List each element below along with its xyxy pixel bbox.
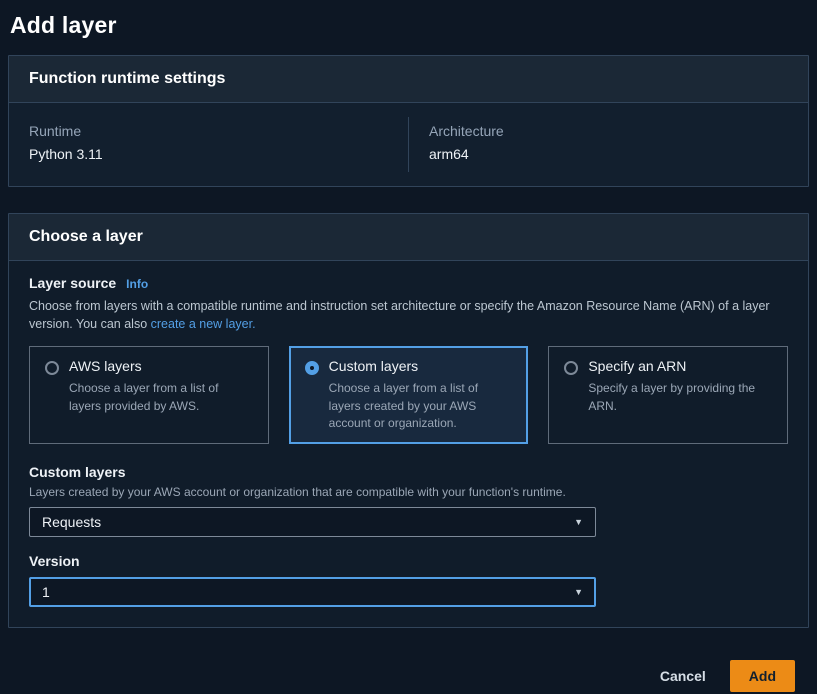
layer-source-description: Choose from layers with a compatible run… — [29, 297, 788, 333]
version-label: Version — [29, 553, 788, 569]
radio-checked-icon[interactable] — [305, 361, 319, 375]
tile-description: Specify a layer by providing the ARN. — [588, 380, 772, 415]
info-link[interactable]: Info — [126, 277, 148, 291]
function-runtime-settings-header: Function runtime settings — [9, 56, 808, 103]
function-runtime-settings-card: Function runtime settings Runtime Python… — [8, 55, 809, 187]
architecture-label: Architecture — [429, 123, 788, 139]
runtime-label: Runtime — [29, 123, 388, 139]
architecture-column: Architecture arm64 — [408, 117, 808, 172]
layer-source-label-row: Layer source Info — [29, 275, 788, 291]
radio-unchecked-icon[interactable] — [564, 361, 578, 375]
custom-layers-field: Custom layers Layers created by your AWS… — [29, 464, 788, 537]
tile-label: Specify an ARN — [588, 358, 772, 374]
layer-source-tiles: AWS layers Choose a layer from a list of… — [29, 346, 788, 444]
layer-source-label: Layer source — [29, 275, 116, 291]
version-select[interactable]: 1 ▼ — [29, 577, 596, 607]
add-button[interactable]: Add — [730, 660, 795, 692]
tile-text: Custom layers Choose a layer from a list… — [329, 358, 513, 432]
radio-unchecked-icon[interactable] — [45, 361, 59, 375]
custom-layers-label: Custom layers — [29, 464, 788, 480]
tile-description: Choose a layer from a list of layers pro… — [69, 380, 253, 415]
tile-text: AWS layers Choose a layer from a list of… — [69, 358, 253, 415]
layer-source-tile-custom-layers[interactable]: Custom layers Choose a layer from a list… — [289, 346, 529, 444]
architecture-value: arm64 — [429, 146, 788, 162]
runtime-column: Runtime Python 3.11 — [9, 117, 408, 172]
cancel-button[interactable]: Cancel — [644, 661, 722, 691]
chevron-down-icon: ▼ — [574, 517, 583, 527]
choose-a-layer-card: Choose a layer Layer source Info Choose … — [8, 213, 809, 628]
version-selected-value: 1 — [42, 584, 50, 600]
chevron-down-icon: ▼ — [574, 587, 583, 597]
layer-source-tile-specify-an-arn[interactable]: Specify an ARN Specify a layer by provid… — [548, 346, 788, 444]
tile-label: AWS layers — [69, 358, 253, 374]
version-field: Version 1 ▼ — [29, 553, 788, 607]
layer-source-tile-aws-layers[interactable]: AWS layers Choose a layer from a list of… — [29, 346, 269, 444]
page-title: Add layer — [10, 12, 807, 39]
tile-label: Custom layers — [329, 358, 513, 374]
tile-description: Choose a layer from a list of layers cre… — [329, 380, 513, 432]
choose-a-layer-header: Choose a layer — [9, 214, 808, 261]
choose-a-layer-body: Layer source Info Choose from layers wit… — [9, 261, 808, 627]
create-new-layer-link[interactable]: create a new layer. — [151, 317, 256, 331]
layer-source-description-text: Choose from layers with a compatible run… — [29, 299, 770, 331]
custom-layers-help-text: Layers created by your AWS account or or… — [29, 485, 788, 499]
function-runtime-settings-body: Runtime Python 3.11 Architecture arm64 — [9, 103, 808, 186]
add-layer-page: Add layer Function runtime settings Runt… — [0, 0, 817, 692]
custom-layers-selected-value: Requests — [42, 514, 101, 530]
choose-a-layer-title: Choose a layer — [29, 228, 788, 246]
footer-actions: Cancel Add — [8, 654, 809, 692]
custom-layers-select[interactable]: Requests ▼ — [29, 507, 596, 537]
function-runtime-settings-title: Function runtime settings — [29, 70, 788, 88]
tile-text: Specify an ARN Specify a layer by provid… — [588, 358, 772, 415]
runtime-value: Python 3.11 — [29, 146, 388, 162]
